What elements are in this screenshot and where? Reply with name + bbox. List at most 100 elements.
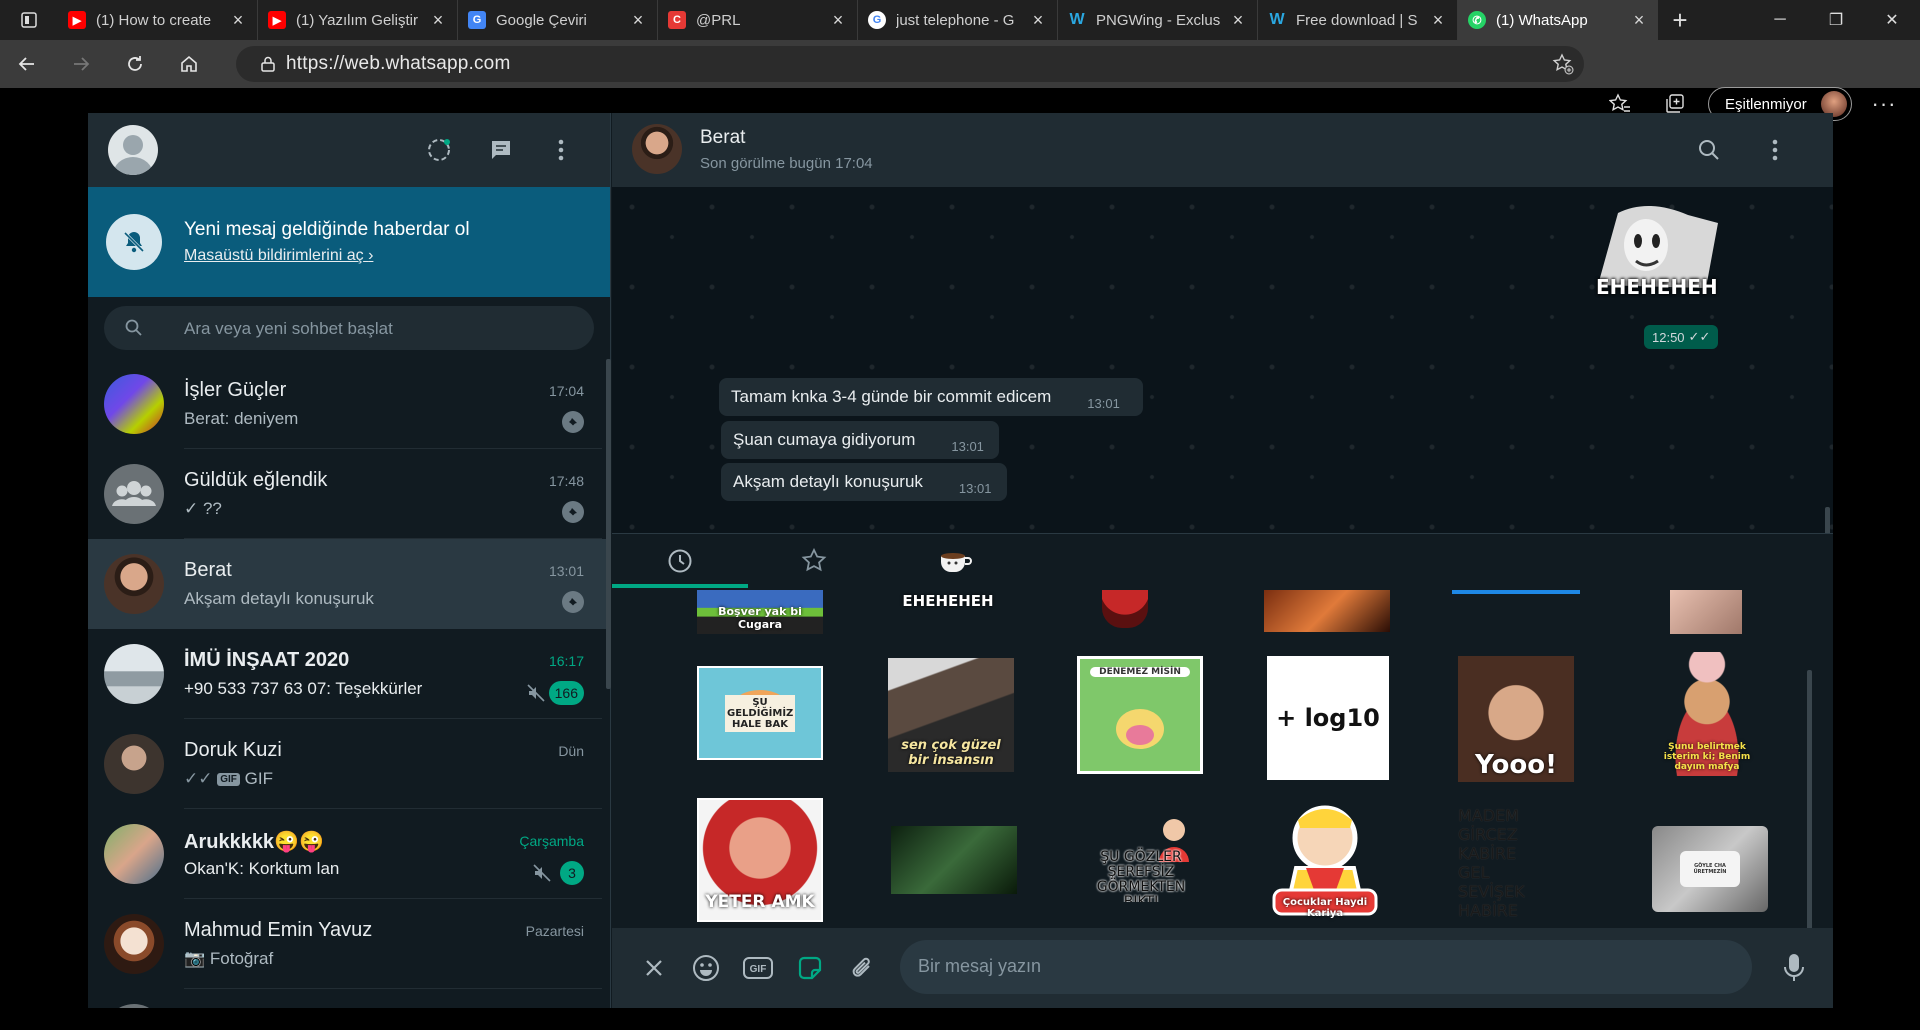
browser-tab[interactable]: G Google Çeviri × [458,0,658,40]
pngwing-icon: W [1269,11,1285,28]
restore-icon[interactable]: ❐ [1808,0,1864,40]
tab-close-icon[interactable]: × [829,10,847,31]
sticker[interactable] [891,826,1017,894]
chat-item-isler-gucler[interactable]: İşler Güçler Berat: deniyem 17:04 [88,359,610,449]
sticker[interactable]: Boşver yak bi Cugara [697,590,823,634]
avatar [104,914,164,974]
sticker[interactable]: YETER AMK [697,798,823,922]
sticker[interactable]: EHEHEHEH [892,590,1004,612]
incoming-message[interactable]: Tamam knka 3-4 günde bir commit edicem 1… [719,378,1143,416]
group-avatar [104,464,164,524]
chat-item-imu-insaat[interactable]: İMÜ İNŞAAT 2020 +90 533 737 63 07: Teşek… [88,629,610,719]
minimize-icon[interactable]: ─ [1752,0,1808,40]
message-time: 12:50 [1652,329,1685,345]
double-check-icon: ✓✓ [1688,329,1711,344]
chat-item-doruk-kuzi[interactable]: Doruk Kuzi ✓✓ GIF GIF Dün [88,719,610,809]
message-scrollbar[interactable] [1825,507,1830,533]
home-icon[interactable] [162,40,216,88]
notification-banner[interactable]: Yeni mesaj geldiğinde haberdar ol Masaüs… [88,187,610,297]
tab-title: just telephone - G [896,11,1015,29]
add-favorite-icon[interactable] [1552,53,1574,80]
chat-item-gulduk-eglendik[interactable]: Güldük eğlendik ✓ ?? 17:48 [88,449,610,539]
my-avatar[interactable] [108,125,158,175]
lock-icon[interactable] [250,56,286,72]
sticker[interactable] [1102,590,1148,628]
tab-title: PNGWing - Exclus [1096,11,1221,29]
tab-close-icon[interactable]: × [1029,10,1047,31]
back-icon[interactable] [0,40,54,88]
status-icon[interactable] [424,135,454,165]
menu-icon[interactable] [546,135,576,165]
sticker-scrollbar[interactable] [1807,670,1812,932]
tab-title: (1) WhatsApp [1496,11,1588,29]
svg-text:GIF: GIF [750,964,767,975]
sticker[interactable]: MADEM GİRCEZ KABİRE GEL SEVİŞEK HABİRE [1458,806,1568,926]
close-panel-icon[interactable] [638,952,670,984]
sticker[interactable]: ŞU GELDİĞİMİZ HALE BAK [697,666,823,760]
sticker-caption: sen çok güzel bir insansın [901,738,1001,768]
conversation-menu-icon[interactable] [1760,135,1790,165]
sticker-icon[interactable] [794,952,826,984]
url-field[interactable]: https://web.whatsapp.com [236,46,1584,82]
conversation-header[interactable]: Berat Son görülme bugün 17:04 [612,113,1833,187]
sticker[interactable]: DENEMEZ MİSİN [1077,656,1203,774]
search-messages-icon[interactable] [1694,135,1724,165]
browser-tab[interactable]: W Free download | S × [1258,0,1458,40]
refresh-icon[interactable] [108,40,162,88]
favorite-stickers-icon[interactable] [797,544,831,578]
recent-stickers-icon[interactable] [663,544,697,578]
sticker[interactable] [1670,590,1742,634]
chat-time: Dün [558,743,584,759]
tab-actions-menu-icon[interactable] [0,0,58,40]
sticker[interactable]: Şunu belirtmek isterim ki; Benim dayım m… [1652,652,1762,776]
new-chat-icon[interactable] [486,135,516,165]
browser-tab[interactable]: G just telephone - G × [858,0,1058,40]
attach-icon[interactable] [846,952,878,984]
browser-tab[interactable]: ▶ (1) Yazılım Geliştir × [258,0,458,40]
more-options-icon[interactable]: ··· [1860,80,1908,128]
chevron-right-icon: › [368,247,374,264]
active-tab-indicator [612,584,748,588]
microphone-icon[interactable] [1778,952,1810,984]
window-controls: ─ ❐ ✕ [1752,0,1920,40]
message-input[interactable]: Bir mesaj yazın [900,940,1752,994]
browser-tab[interactable]: W PNGWing - Exclus × [1058,0,1258,40]
forward-icon[interactable] [54,40,108,88]
emoji-icon[interactable] [690,952,722,984]
enable-notifications-link[interactable]: Masaüstü bildirimlerini aç › [184,247,373,265]
sticker[interactable]: sen çok güzel bir insansın [888,658,1014,772]
tab-close-icon[interactable]: × [229,10,247,31]
tab-close-icon[interactable]: × [1630,10,1648,31]
sticker[interactable]: Yooo! [1458,656,1574,782]
close-window-icon[interactable]: ✕ [1864,0,1920,40]
gif-icon[interactable]: GIF [742,952,774,984]
chat-preview: Fotoğraf [209,949,274,968]
sticker[interactable]: Çocuklar Haydi Kariya [1266,798,1384,922]
incoming-message[interactable]: Akşam detaylı konuşuruk 13:01 [721,463,1007,501]
chat-list-scrollbar[interactable] [606,359,611,689]
sticker[interactable] [1452,590,1580,594]
outgoing-sticker[interactable]: EHEHEHEH [1578,203,1726,303]
tab-close-icon[interactable]: × [1229,10,1247,31]
coffee-sticker-pack-icon[interactable] [939,544,973,578]
chat-time: 16:17 [548,653,584,669]
sticker[interactable]: ŞU GÖZLER ŞEREFSİZ GÖRMEKTEN BIKTI [1077,812,1205,902]
incoming-message[interactable]: Şuan cumaya gidiyorum 13:01 [721,421,999,459]
sticker[interactable] [1264,590,1390,632]
chat-item-berat[interactable]: Berat Akşam detaylı konuşuruk 13:01 [88,539,610,629]
browser-tab-active[interactable]: ✆ (1) WhatsApp × [1458,0,1658,40]
tab-close-icon[interactable]: × [429,10,447,31]
search-input[interactable]: Ara veya yeni sohbet başlat [104,306,594,350]
chat-item-mahmud-emin-yavuz[interactable]: Mahmud Emin Yavuz 📷 Fotoğraf Pazartesi [88,899,610,989]
tab-close-icon[interactable]: × [629,10,647,31]
sticker[interactable]: + log10 [1267,656,1389,780]
new-tab-button[interactable]: + [1658,0,1702,40]
tab-close-icon[interactable]: × [1429,10,1447,31]
browser-tab[interactable]: C @PRL × [658,0,858,40]
contact-avatar[interactable] [632,124,682,174]
chat-item-arukkkkk[interactable]: Arukkkkk😜😜 Okan'K: Korktum lan Çarşamba … [88,809,610,899]
sticker[interactable]: GÖYLE CHA ÜRETMEZİN [1652,826,1768,912]
chat-item-partial[interactable] [88,989,610,1008]
browser-tab[interactable]: ▶ (1) How to create × [58,0,258,40]
outgoing-time-bubble: 12:50 ✓✓ [1644,325,1719,349]
